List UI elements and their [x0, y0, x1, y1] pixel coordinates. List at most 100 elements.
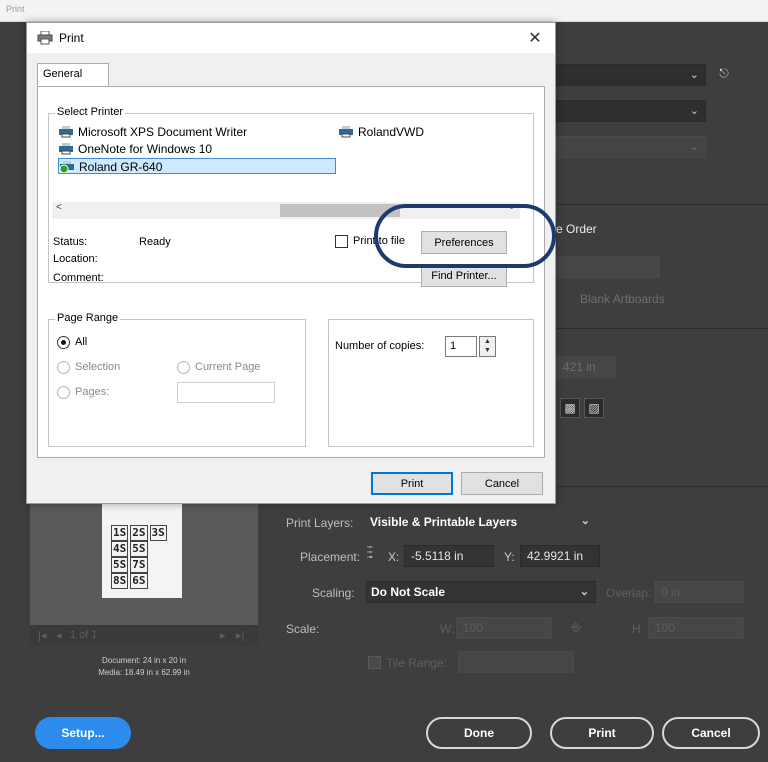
divider: [556, 486, 768, 487]
portrait-orientation-icon[interactable]: ▩: [560, 398, 580, 418]
preferences-button[interactable]: Preferences: [421, 231, 507, 254]
divider: [556, 204, 768, 205]
printer-icon: [37, 31, 53, 45]
page-indicator: 1 of 1: [70, 629, 98, 641]
next-page-icon[interactable]: ▸: [220, 629, 226, 642]
copies-value: 1: [450, 340, 457, 352]
printer-item[interactable]: RolandVWD: [338, 124, 424, 140]
current-page-radio[interactable]: [177, 361, 190, 374]
prev-page-icon[interactable]: ◂: [56, 629, 62, 642]
constrain-proportions-icon[interactable]: ⎆: [566, 618, 586, 638]
printer-item[interactable]: OneNote for Windows 10: [58, 141, 212, 157]
w-field[interactable]: 100: [456, 617, 552, 639]
status-label: Status:: [53, 236, 88, 248]
reverse-order-label: e Order: [556, 222, 597, 236]
all-label: All: [75, 336, 88, 348]
app-top-strip: Print: [0, 0, 768, 22]
copies-group: Number of copies: 1 ▲ ▼: [328, 319, 534, 447]
scaling-value: Do Not Scale: [371, 585, 446, 599]
scrollbar-thumb[interactable]: [280, 204, 400, 217]
dialog-titlebar: Print ✕: [27, 23, 555, 53]
preview-pager: |◂ ◂ 1 of 1 ▸ ▸|: [30, 625, 258, 645]
overlap-value: 0 in: [661, 585, 681, 599]
x-label: X:: [388, 550, 400, 564]
media-size: Media: 18.49 in x 62.99 in: [98, 668, 190, 677]
copies-stepper[interactable]: ▲ ▼: [479, 336, 496, 357]
overlap-field[interactable]: 0 in: [654, 581, 744, 603]
range-field[interactable]: [556, 256, 660, 278]
status-value: Ready: [139, 236, 171, 248]
x-field[interactable]: -5.5118 in: [404, 545, 494, 567]
placement-grid-icon[interactable]: ▫▫▫ ▫▫▫ ▫▫▪: [367, 544, 383, 561]
printer-list: Microsoft XPS Document Writer OneNote fo…: [52, 120, 520, 198]
find-printer-button[interactable]: Find Printer...: [421, 264, 507, 287]
general-tab-page: Select Printer Microsoft XPS Document Wr…: [37, 86, 545, 458]
placement-label: Placement:: [300, 550, 361, 564]
ignore-blank-artboards-label: Blank Artboards: [580, 292, 665, 306]
document-size: Document: 24 in x 20 in: [101, 656, 187, 665]
last-page-icon[interactable]: ▸|: [236, 629, 244, 642]
preview-row: 5S 7S: [111, 557, 148, 573]
scroll-left-icon[interactable]: <: [56, 202, 62, 213]
page-range-group: Page Range All Selection Current Page Pa…: [48, 312, 306, 447]
h-value: 100: [655, 621, 676, 635]
overlap-label: Overlap:: [606, 586, 652, 600]
done-button[interactable]: Done: [426, 717, 532, 749]
printer-item[interactable]: Microsoft XPS Document Writer: [58, 124, 247, 140]
print-preview-content: 1S 2S 3S 4S 5S 5S 7S 8S 6S: [110, 525, 168, 589]
landscape-orientation-icon[interactable]: ▨: [584, 398, 604, 418]
y-value: 42.9921 in: [527, 549, 584, 563]
tile-range-checkbox[interactable]: [368, 656, 381, 669]
select-printer-label: Select Printer: [55, 106, 126, 118]
tile-range-field[interactable]: [458, 651, 574, 673]
cancel-button[interactable]: Cancel: [662, 717, 760, 749]
printer-icon: [339, 126, 353, 138]
size-field-value: 421 in: [563, 360, 596, 374]
printer-list-scrollbar[interactable]: < >: [52, 202, 520, 219]
app-top-strip-text: Print: [6, 4, 25, 14]
pages-label: Pages:: [75, 386, 110, 398]
all-radio[interactable]: [57, 336, 70, 349]
size-field[interactable]: 421 in: [556, 356, 616, 378]
dialog-cancel-button[interactable]: Cancel: [461, 472, 543, 495]
print-button[interactable]: Print: [550, 717, 654, 749]
h-label: H:: [632, 622, 644, 636]
print-layers-select[interactable]: Visible & Printable Layers ⌄: [366, 511, 596, 533]
print-to-file-checkbox[interactable]: [335, 235, 348, 248]
comment-label: Comment:: [53, 272, 104, 284]
x-value: -5.5118 in: [411, 549, 464, 563]
setup-button[interactable]: Setup...: [35, 717, 131, 749]
dialog-print-button[interactable]: Print: [371, 472, 453, 495]
printer-name: OneNote for Windows 10: [78, 142, 213, 156]
ppd-select[interactable]: ⌄: [556, 100, 706, 122]
chevron-down-icon: ⌄: [580, 515, 590, 527]
y-field[interactable]: 42.9921 in: [520, 545, 600, 567]
printer-item-selected[interactable]: Roland GR-640: [58, 158, 336, 174]
copies-input[interactable]: 1: [445, 336, 477, 357]
pages-input[interactable]: [177, 382, 275, 403]
w-label: W:: [440, 622, 455, 636]
printer-settings-icon[interactable]: ⎋: [714, 64, 734, 84]
first-page-icon[interactable]: |◂: [38, 629, 46, 642]
pages-radio[interactable]: [57, 386, 70, 399]
dialog-title: Print: [59, 31, 84, 45]
media-select[interactable]: ⌄: [556, 136, 706, 158]
selection-radio[interactable]: [57, 361, 70, 374]
chevron-down-icon: ⌄: [579, 586, 589, 598]
preview-row: 1S 2S 3S: [111, 525, 167, 541]
scaling-select[interactable]: Do Not Scale ⌄: [366, 581, 596, 603]
chevron-down-icon: ⌄: [689, 105, 699, 117]
preview-row: 8S 6S: [111, 573, 148, 589]
print-layers-value: Visible & Printable Layers: [370, 515, 518, 529]
print-layers-label: Print Layers:: [286, 516, 354, 530]
document-info: Document: 24 in x 20 in Media: 18.49 in …: [30, 655, 258, 679]
printer-select[interactable]: ⌄: [556, 64, 706, 86]
scroll-right-icon[interactable]: >: [510, 202, 516, 213]
h-field[interactable]: 100: [648, 617, 744, 639]
tab-general[interactable]: General: [37, 63, 109, 87]
preview-row: 4S 5S: [111, 541, 148, 557]
close-icon[interactable]: ✕: [525, 28, 545, 48]
chevron-down-icon: ⌄: [689, 69, 699, 81]
printer-name: RolandVWD: [358, 125, 425, 139]
current-page-label: Current Page: [195, 361, 261, 373]
